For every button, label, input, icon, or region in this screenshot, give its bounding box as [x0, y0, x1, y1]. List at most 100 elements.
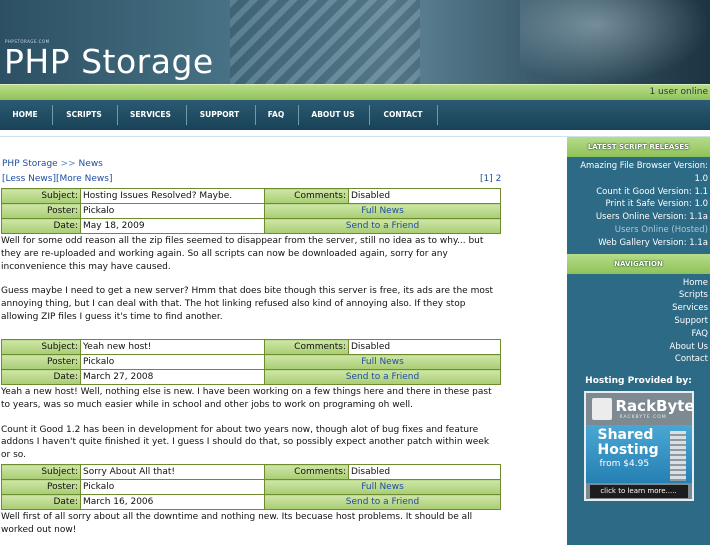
more-news-link[interactable]: [More News]: [56, 174, 113, 184]
release-link-file-browser-version[interactable]: 1.0: [567, 173, 708, 186]
release-link-print-it-safe[interactable]: Print it Safe Version: 1.0: [567, 198, 708, 211]
header-bottom-strip: [0, 130, 710, 137]
comments-label: Comments:: [264, 339, 349, 355]
poster-label: Poster:: [1, 203, 81, 219]
subject-label: Subject:: [1, 188, 81, 204]
nav-scripts[interactable]: SCRIPTS: [54, 100, 114, 130]
news-paragraph: Yeah a new host! Well, nothing else is n…: [1, 387, 492, 410]
news-subject: Hosting Issues Resolved? Maybe.: [80, 188, 265, 204]
header-glow: [520, 0, 710, 84]
releases-list: Amazing File Browser Version: 1.0 Count …: [567, 157, 710, 254]
breadcrumb-root-link[interactable]: PHP Storage: [2, 159, 58, 169]
page-next-link[interactable]: 2: [496, 174, 502, 184]
news-paragraph: Well first of all sorry about all the do…: [1, 512, 473, 535]
nav-divider: [186, 105, 187, 125]
sidebar-nav-list: Home Scripts Services Support FAQ About …: [567, 274, 710, 371]
news-paragraph: Guess maybe I need to get a new server? …: [1, 286, 494, 322]
navigation-heading: NAVIGATION: [567, 253, 710, 274]
ad-shared: Shared: [597, 427, 654, 444]
rackbyte-logo-icon: [591, 398, 612, 421]
nav-support[interactable]: SUPPORT: [188, 100, 251, 130]
subject-label: Subject:: [1, 464, 81, 480]
news-date: March 16, 2006: [80, 494, 265, 510]
rackbyte-ad-banner[interactable]: RackByte RACKBYTE.COM Shared Hosting fro…: [583, 391, 695, 502]
nav-contact[interactable]: CONTACT: [371, 100, 435, 130]
news-header-table: Subject: Hosting Issues Resolved? Maybe.…: [1, 188, 501, 234]
news-body: Well for some odd reason all the zip fil…: [1, 235, 501, 336]
news-date: May 18, 2009: [80, 218, 265, 234]
release-link-count-it-good[interactable]: Count it Good Version: 1.1: [567, 186, 708, 199]
less-news-link[interactable]: [Less News]: [2, 174, 56, 184]
news-header-table: Subject: Yeah new host! Comments: Disabl…: [1, 339, 501, 385]
hosting-label: Hosting Provided by:: [585, 376, 692, 387]
release-link-users-online-hosted[interactable]: Users Online (Hosted): [567, 224, 708, 237]
comments-label: Comments:: [264, 464, 349, 480]
comments-status: Disabled: [348, 464, 501, 480]
site-title: PHP Storage: [4, 42, 214, 81]
full-news-link[interactable]: Full News: [264, 203, 501, 219]
ad-brand-sub: RACKBYTE.COM: [619, 415, 667, 421]
news-paragraph: Well for some odd reason all the zip fil…: [1, 236, 484, 272]
sidebar-link-scripts[interactable]: Scripts: [567, 289, 708, 302]
breadcrumb: PHP Storage >> News: [2, 159, 103, 169]
ad-brand: RackByte: [615, 397, 695, 416]
nav-home[interactable]: HOME: [0, 100, 50, 130]
sidebar-link-about-us[interactable]: About Us: [567, 341, 708, 354]
news-date: March 27, 2008: [80, 369, 265, 385]
release-link-users-online[interactable]: Users Online Version: 1.1a: [567, 211, 708, 224]
nav-services[interactable]: SERVICES: [119, 100, 182, 130]
sidebar-link-home[interactable]: Home: [567, 277, 708, 290]
comments-label: Comments:: [264, 188, 349, 204]
header-hardware-image: [230, 0, 420, 84]
users-online-count: 1 user online: [649, 87, 708, 97]
send-to-friend-link[interactable]: Send to a Friend: [264, 494, 501, 510]
breadcrumb-current[interactable]: News: [79, 159, 103, 169]
news-body: Well first of all sorry about all the do…: [1, 511, 501, 545]
nav-divider: [437, 105, 438, 125]
date-label: Date:: [1, 494, 81, 510]
comments-status: Disabled: [348, 188, 501, 204]
page-numbers: [1] 2: [480, 174, 501, 184]
news-poster: Pickalo: [80, 354, 265, 370]
sidebar-link-faq[interactable]: FAQ: [567, 328, 708, 341]
server-rack-icon: [669, 431, 686, 482]
release-link-web-gallery[interactable]: Web Gallery Version: 1.1a: [567, 237, 708, 250]
sidebar-link-services[interactable]: Services: [567, 302, 708, 315]
page-current: [1]: [480, 174, 493, 184]
nav-divider: [52, 105, 53, 125]
sidebar: LATEST SCRIPT RELEASES Amazing File Brow…: [567, 137, 710, 545]
sidebar-link-support[interactable]: Support: [567, 315, 708, 328]
main-nav: HOME SCRIPTS SERVICES SUPPORT FAQ ABOUT …: [0, 100, 710, 130]
nav-divider: [369, 105, 370, 125]
users-online-bar: 1 user online: [0, 84, 710, 100]
date-label: Date:: [1, 369, 81, 385]
date-label: Date:: [1, 218, 81, 234]
nav-divider: [298, 105, 299, 125]
poster-label: Poster:: [1, 354, 81, 370]
full-news-link[interactable]: Full News: [264, 479, 501, 495]
site-header: PHPSTORAGE.COM PHP Storage: [0, 0, 710, 84]
releases-heading: LATEST SCRIPT RELEASES: [567, 137, 710, 157]
subject-label: Subject:: [1, 339, 81, 355]
nav-divider: [117, 105, 118, 125]
ad-learn-more-button[interactable]: click to learn more.....: [589, 485, 688, 499]
send-to-friend-link[interactable]: Send to a Friend: [264, 369, 501, 385]
breadcrumb-separator: >>: [60, 159, 76, 169]
ad-hosting: Hosting: [597, 442, 659, 459]
ad-price: from $4.95: [599, 459, 650, 470]
news-body: Yeah a new host! Well, nothing else is n…: [1, 386, 501, 474]
news-header-table: Subject: Sorry About All that! Comments:…: [1, 464, 501, 510]
news-pager: [Less News][More News]: [2, 174, 113, 184]
nav-about-us[interactable]: ABOUT US: [300, 100, 366, 130]
sidebar-link-contact[interactable]: Contact: [567, 353, 708, 366]
release-link-file-browser[interactable]: Amazing File Browser Version:: [567, 160, 708, 173]
comments-status: Disabled: [348, 339, 501, 355]
poster-label: Poster:: [1, 479, 81, 495]
news-paragraph: Count it Good 1.2 has been in developmen…: [1, 424, 490, 461]
news-poster: Pickalo: [80, 479, 265, 495]
nav-divider: [255, 105, 256, 125]
news-poster: Pickalo: [80, 203, 265, 219]
nav-faq[interactable]: FAQ: [257, 100, 295, 130]
full-news-link[interactable]: Full News: [264, 354, 501, 370]
send-to-friend-link[interactable]: Send to a Friend: [264, 218, 501, 234]
